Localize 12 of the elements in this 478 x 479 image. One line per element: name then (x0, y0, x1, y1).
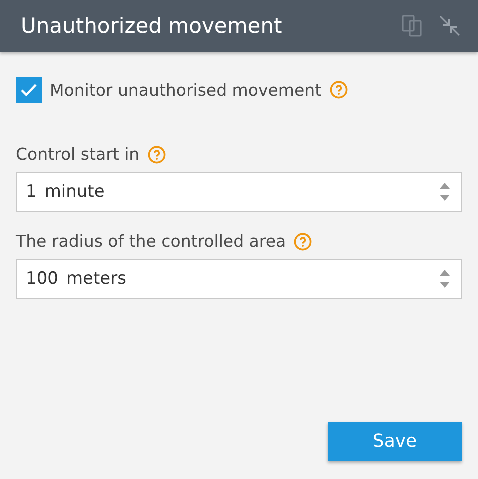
checkbox-label: Monitor unauthorised movement (50, 80, 322, 100)
collapse-icon[interactable] (438, 14, 462, 38)
help-icon[interactable] (330, 81, 348, 99)
help-icon[interactable] (294, 232, 312, 250)
field-label: Control start in (16, 145, 140, 164)
window-title: Unauthorized movement (21, 14, 284, 38)
checkbox[interactable] (16, 77, 42, 103)
field-label: The radius of the controlled area (16, 232, 286, 251)
help-icon[interactable] (148, 146, 166, 164)
number-field[interactable]: 100 meters (16, 259, 462, 299)
copy-icon[interactable] (400, 14, 424, 38)
number-field[interactable]: 1 minute (16, 172, 462, 212)
